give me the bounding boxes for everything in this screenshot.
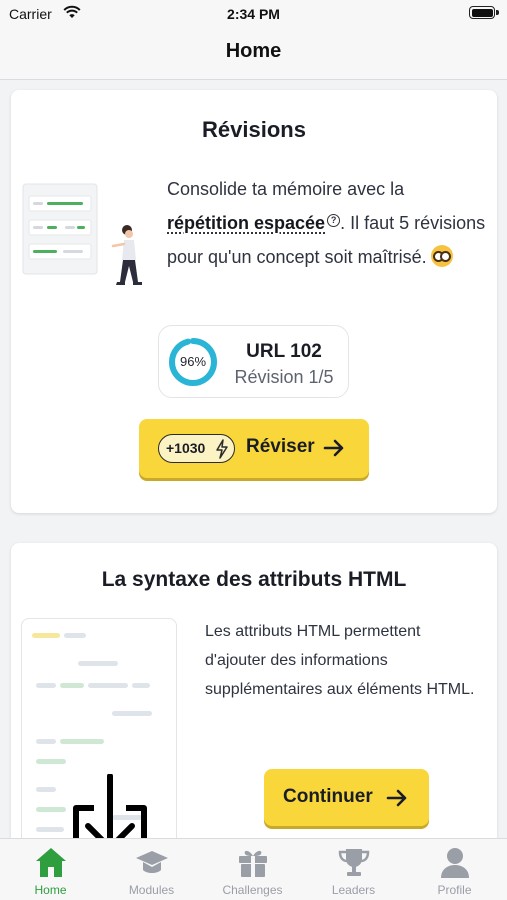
home-icon	[36, 848, 66, 877]
review-button-label: Réviser	[246, 436, 315, 457]
tab-leaders[interactable]: Leaders	[303, 839, 404, 900]
status-bar: Carrier 2:34 PM	[0, 0, 507, 28]
tab-modules-label: Modules	[128, 883, 175, 897]
spaced-repetition-link[interactable]: répétition espacée	[167, 213, 325, 233]
review-card: Révisions Consolide ta mémoire avec la r…	[11, 90, 497, 513]
lesson-description: Les attributs HTML permettent d'ajouter …	[205, 623, 475, 698]
navigation-bar: Home	[0, 28, 507, 80]
user-icon	[441, 848, 469, 878]
clock-label: 2:34 PM	[227, 6, 280, 22]
review-desc-text: Consolide ta mémoire avec la	[167, 179, 405, 199]
lesson-card: La syntaxe des attributs HTML Les attrib…	[11, 543, 497, 843]
download-icon[interactable]	[68, 774, 152, 843]
nerd-face-emoji-icon	[430, 245, 453, 267]
tab-bar: Home Modules Challenges Leaders Profile	[0, 838, 507, 900]
battery-icon	[469, 6, 499, 19]
arrow-right-icon	[386, 789, 407, 807]
xp-value: +1030	[166, 440, 206, 456]
review-description: Consolide ta mémoire avec la répétition …	[167, 172, 487, 274]
tab-home-label: Home	[34, 883, 67, 897]
arrow-right-icon	[323, 439, 344, 457]
help-icon[interactable]: ?	[327, 214, 341, 227]
trophy-icon	[338, 849, 370, 876]
tab-challenges[interactable]: Challenges	[202, 839, 303, 900]
continue-button[interactable]: Continuer	[264, 769, 429, 826]
page-title: Home	[225, 40, 282, 62]
review-revision-count: Révision 1/5	[234, 367, 334, 387]
lesson-card-title: La syntaxe des attributs HTML	[101, 568, 407, 591]
review-illustration	[22, 183, 142, 285]
review-lesson-name: URL 102	[246, 341, 322, 362]
gift-icon	[239, 850, 267, 877]
progress-percent: 96%	[179, 354, 207, 369]
tab-leaders-label: Leaders	[331, 883, 376, 897]
review-button[interactable]: +1030 Réviser	[139, 419, 369, 478]
xp-badge: +1030	[158, 434, 235, 463]
continue-button-label: Continuer	[283, 786, 373, 807]
review-progress-card[interactable]: 96% URL 102 Révision 1/5	[158, 325, 349, 398]
lightning-icon	[216, 439, 228, 459]
tab-profile-label: Profile	[437, 883, 472, 897]
tab-profile[interactable]: Profile	[404, 839, 505, 900]
graduation-cap-icon	[136, 851, 168, 873]
review-card-title: Révisions	[202, 117, 306, 142]
lesson-thumbnail[interactable]	[21, 618, 177, 843]
tab-modules[interactable]: Modules	[101, 839, 202, 900]
tab-home[interactable]: Home	[0, 839, 101, 900]
tab-challenges-label: Challenges	[222, 883, 283, 897]
